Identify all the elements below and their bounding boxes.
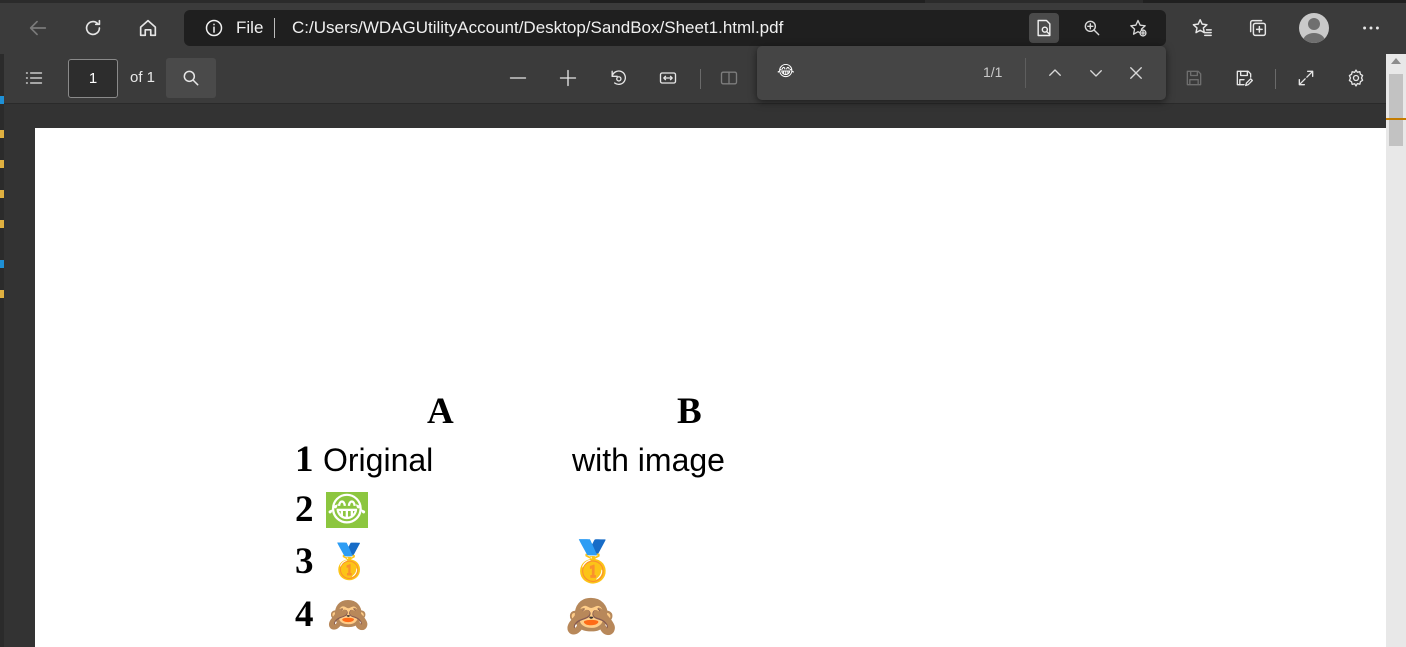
next-icon bbox=[1090, 70, 1102, 77]
cell-a3-emoji: 🥇 bbox=[328, 542, 371, 582]
collections-button[interactable] bbox=[1240, 10, 1276, 46]
pdf-toolbar: 1 of 1 bbox=[0, 54, 1406, 104]
row-number: 1 bbox=[295, 439, 314, 480]
address-url[interactable]: C:/Users/WDAGUtilityAccount/Desktop/Sand… bbox=[292, 18, 783, 38]
back-icon bbox=[29, 20, 47, 36]
column-header-b: B bbox=[677, 391, 702, 432]
rotate-button[interactable] bbox=[601, 61, 635, 95]
page-number-input[interactable]: 1 bbox=[68, 59, 118, 98]
fullscreen-icon bbox=[1298, 70, 1314, 86]
find-bar: 😂 1/1 bbox=[757, 46, 1166, 100]
cell-a1: Original bbox=[323, 442, 434, 478]
settings-icon bbox=[1348, 69, 1364, 87]
row-number: 2 bbox=[295, 489, 314, 530]
person-icon bbox=[1303, 18, 1325, 43]
tab-edge bbox=[590, 0, 925, 3]
find-next-button[interactable] bbox=[1081, 58, 1111, 88]
address-scheme: File bbox=[236, 18, 264, 37]
zoom-icon bbox=[1084, 20, 1100, 36]
info-icon[interactable] bbox=[204, 18, 224, 38]
scroll-up-arrow[interactable] bbox=[1391, 58, 1401, 64]
find-close-button[interactable] bbox=[1121, 58, 1151, 88]
refresh-button[interactable] bbox=[75, 10, 111, 46]
cell-a4-emoji: 🙈 bbox=[327, 595, 370, 635]
add-favorite-icon bbox=[1130, 19, 1147, 37]
more-icon bbox=[1363, 26, 1379, 30]
edge-marker bbox=[0, 290, 4, 298]
tab-strip-edge bbox=[0, 0, 1406, 3]
toolbar-divider bbox=[1275, 69, 1276, 89]
cell-b3-emoji-image: 🥇 bbox=[568, 539, 618, 585]
rotate-icon bbox=[611, 70, 627, 86]
row-number: 4 bbox=[295, 594, 314, 635]
page-view-button[interactable] bbox=[712, 61, 746, 95]
address-bar[interactable]: File C:/Users/WDAGUtilityAccount/Desktop… bbox=[184, 10, 1166, 46]
page-total: of 1 bbox=[130, 69, 156, 86]
back-button[interactable] bbox=[20, 10, 56, 46]
more-button[interactable] bbox=[1353, 10, 1389, 46]
zoom-in-icon bbox=[559, 69, 577, 87]
edge-marker bbox=[0, 260, 4, 268]
edge-marker bbox=[0, 96, 4, 104]
zoom-in-button[interactable] bbox=[551, 61, 585, 95]
read-aloud-button[interactable] bbox=[1029, 13, 1059, 43]
save-icon bbox=[1186, 70, 1202, 86]
collections-icon bbox=[1249, 19, 1267, 37]
save-as-icon bbox=[1236, 70, 1253, 87]
find-result-marker bbox=[1386, 118, 1406, 120]
add-favorite-button[interactable] bbox=[1123, 13, 1153, 43]
vertical-scrollbar[interactable] bbox=[1386, 54, 1406, 647]
edge-marker bbox=[0, 190, 4, 198]
edge-marker bbox=[0, 130, 4, 138]
find-match-count: 1/1 bbox=[983, 64, 1003, 80]
zoom-out-button[interactable] bbox=[501, 61, 535, 95]
toolbar-divider bbox=[700, 69, 701, 89]
settings-button[interactable] bbox=[1339, 61, 1373, 95]
cell-b4-emoji-image: 🙈 bbox=[565, 591, 618, 640]
contents-button[interactable] bbox=[17, 61, 51, 95]
refresh-icon bbox=[85, 19, 101, 36]
scrollbar-thumb[interactable] bbox=[1389, 74, 1403, 146]
read-aloud-icon bbox=[1037, 19, 1051, 37]
profile-avatar[interactable] bbox=[1299, 13, 1329, 43]
previous-icon bbox=[1049, 69, 1061, 76]
left-edge-strip bbox=[0, 54, 4, 647]
home-button[interactable] bbox=[130, 10, 166, 46]
save-button[interactable] bbox=[1177, 61, 1211, 95]
contents-icon bbox=[25, 72, 43, 84]
zoom-out-icon bbox=[509, 77, 527, 79]
find-input[interactable]: 😂 bbox=[777, 62, 795, 80]
search-button[interactable] bbox=[166, 58, 216, 98]
home-icon bbox=[139, 19, 157, 37]
tab-edge bbox=[1143, 0, 1406, 3]
favorites-button[interactable] bbox=[1184, 10, 1220, 46]
page-view-icon bbox=[720, 71, 738, 85]
row-number: 3 bbox=[295, 541, 314, 582]
pdf-page: A B 1 Original with image 2 😂 😂 3 🥇 🥇 4 … bbox=[35, 128, 1386, 647]
fullscreen-button[interactable] bbox=[1289, 61, 1323, 95]
edge-marker bbox=[0, 160, 4, 168]
column-header-a: A bbox=[427, 391, 454, 432]
search-icon bbox=[183, 70, 199, 86]
edge-marker bbox=[0, 220, 4, 228]
cell-a2-emoji-highlighted: 😂 bbox=[326, 490, 368, 530]
save-as-button[interactable] bbox=[1227, 61, 1261, 95]
zoom-button[interactable] bbox=[1077, 13, 1107, 43]
fit-width-icon bbox=[659, 72, 677, 84]
close-icon bbox=[1130, 67, 1142, 79]
fit-width-button[interactable] bbox=[651, 61, 685, 95]
browser-toolbar: File C:/Users/WDAGUtilityAccount/Desktop… bbox=[0, 0, 1406, 54]
cell-b1: with image bbox=[572, 442, 725, 478]
find-previous-button[interactable] bbox=[1040, 58, 1070, 88]
address-divider bbox=[274, 18, 275, 38]
find-divider bbox=[1025, 58, 1026, 88]
favorites-icon bbox=[1192, 19, 1212, 37]
cell-b2-emoji-image: 😂 bbox=[564, 486, 614, 535]
